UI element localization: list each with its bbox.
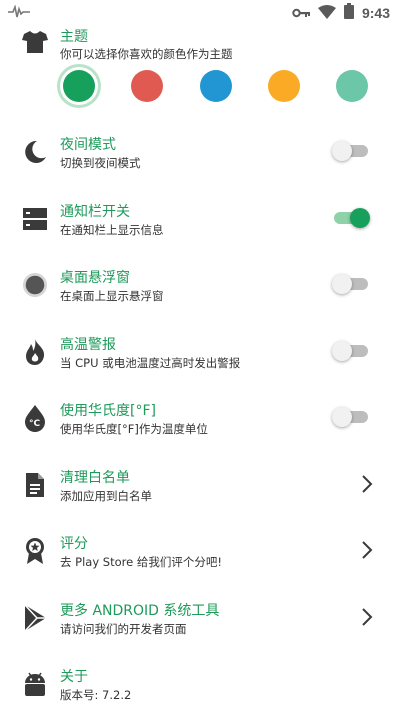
theme-color-swatch[interactable] [199, 70, 232, 102]
theme-color-swatch[interactable] [131, 70, 164, 102]
setting-subtitle: 使用华氏度[°F]作为温度单位 [60, 422, 208, 436]
setting-title: 关于 [60, 669, 88, 685]
setting-row[interactable]: 桌面悬浮窗在桌面上显示悬浮窗 [0, 257, 400, 324]
setting-subtitle: 添加应用到白名单 [60, 488, 152, 503]
setting-title: 夜间模式 [60, 137, 116, 153]
setting-row[interactable]: °C 使用华氏度[°F] 使用华氏度[°F]作为温度单位 [0, 390, 400, 457]
toggle-thumb [332, 340, 352, 361]
flame-icon [22, 338, 48, 365]
svg-text:°C: °C [29, 419, 41, 429]
activity-icon [8, 4, 30, 23]
setting-title: 使用华氏度[°F] [60, 403, 156, 419]
toggle-thumb [350, 207, 370, 228]
setting-subtitle: 在通知栏上显示信息 [60, 222, 164, 237]
toggle-switch[interactable] [332, 340, 368, 362]
chevron-right-icon[interactable] [360, 606, 374, 628]
setting-row[interactable]: z z 夜间模式切换到夜间模式 [0, 124, 400, 191]
thermometer-celsius-icon: °C [22, 405, 48, 432]
setting-row[interactable]: 高温警报当 CPU 或电池温度过高时发出警报 [0, 324, 400, 391]
battery-icon [343, 3, 354, 23]
document-icon [22, 472, 48, 498]
theme-color-swatch[interactable] [63, 70, 95, 102]
tshirt-icon [22, 29, 48, 55]
setting-row[interactable]: 更多 ANDROID 系统工具 请访问我们的开发者页面 [0, 590, 400, 657]
theme-subtitle: 你可以选择你喜欢的颜色作为主题 [60, 47, 233, 61]
setting-title: 通知栏开关 [60, 203, 130, 220]
clock: 9:43 [361, 5, 390, 21]
setting-title: 评分 [60, 536, 88, 552]
theme-color-swatch[interactable] [336, 70, 368, 102]
android-icon [22, 671, 48, 697]
wifi-icon [317, 4, 336, 23]
setting-row[interactable]: 通知栏开关在通知栏上显示信息 [0, 191, 400, 258]
rating-badge-icon [22, 538, 48, 564]
setting-row[interactable]: 评分去 Play Store 给我们评个分吧! [0, 523, 400, 590]
toggle-thumb [332, 274, 352, 294]
setting-row[interactable]: 关于版本号: 7.2.2 [0, 656, 400, 711]
status-bar: 9:43 [0, 0, 400, 24]
notification-bar-icon [22, 206, 48, 232]
toggle-switch[interactable] [332, 273, 368, 295]
floating-window-icon [22, 272, 48, 298]
setting-subtitle: 切换到夜间模式 [60, 156, 141, 170]
toggle-switch[interactable] [332, 406, 368, 428]
setting-row[interactable]: 清理白名单添加应用到白名单 [0, 457, 400, 524]
setting-title: 清理白名单 [60, 469, 130, 486]
toggle-thumb [332, 407, 352, 427]
setting-title: 高温警报 [60, 336, 116, 353]
toggle-thumb [332, 141, 352, 161]
setting-subtitle: 在桌面上显示悬浮窗 [60, 289, 164, 303]
theme-title: 主题 [60, 29, 88, 45]
setting-subtitle: 当 CPU 或电池温度过高时发出警报 [60, 355, 241, 370]
setting-subtitle: 请访问我们的开发者页面 [60, 621, 187, 636]
setting-title: 更多 ANDROID 系统工具 [60, 602, 220, 619]
setting-subtitle: 去 Play Store 给我们评个分吧! [60, 555, 222, 569]
toggle-switch[interactable] [334, 207, 370, 229]
play-store-icon [22, 603, 48, 632]
setting-subtitle: 版本号: 7.2.2 [60, 688, 132, 702]
moon-icon: zz [22, 139, 48, 165]
setting-title: 桌面悬浮窗 [60, 270, 130, 286]
svg-text:z: z [38, 144, 41, 150]
theme-color-swatch[interactable] [267, 70, 300, 102]
toggle-switch[interactable] [332, 140, 368, 162]
chevron-right-icon[interactable] [360, 473, 374, 495]
theme-color-picker [63, 68, 368, 104]
vpn-key-icon [292, 4, 310, 23]
chevron-right-icon[interactable] [360, 539, 374, 561]
